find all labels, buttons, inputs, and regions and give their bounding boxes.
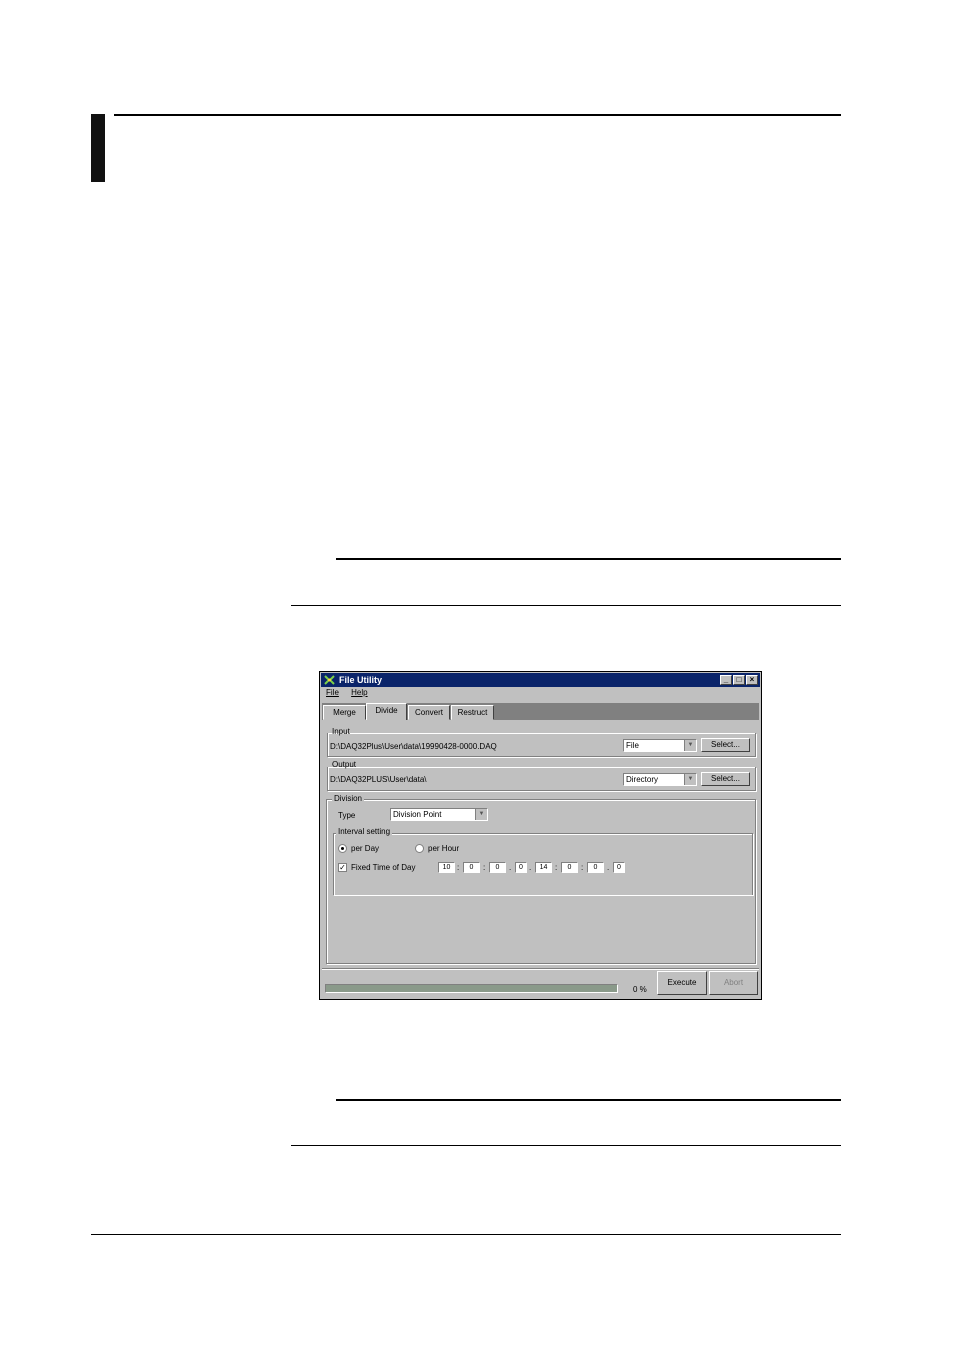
app-icon [324, 675, 335, 685]
note-rule-top-1 [336, 558, 841, 560]
footer-divider [322, 968, 759, 970]
per-day-radio[interactable] [338, 844, 347, 853]
close-icon[interactable]: × [746, 675, 758, 685]
execute-button[interactable]: Execute [657, 971, 707, 995]
time-separator-4: . [529, 863, 532, 872]
output-type-value: Directory [626, 775, 659, 784]
time-field-7[interactable]: 0 [587, 862, 604, 873]
progress-text: 0 % [633, 985, 647, 994]
per-hour-label: per Hour [428, 844, 460, 853]
input-select-button[interactable]: Select... [701, 738, 750, 752]
title-bar: File Utility _ □ × [321, 673, 760, 687]
input-type-value: File [626, 741, 639, 750]
time-field-3[interactable]: 0 [489, 862, 506, 873]
menu-file[interactable]: File [326, 688, 339, 697]
fixed-time-checkbox[interactable]: ✓ [338, 863, 347, 872]
chevron-down-icon: ▼ [684, 740, 696, 751]
note-rule-top-2 [336, 1099, 841, 1101]
time-separator-1: : [457, 863, 460, 872]
time-field-5[interactable]: 14 [535, 862, 552, 873]
chevron-down-icon: ▼ [684, 774, 696, 785]
output-type-select[interactable]: Directory ▼ [623, 773, 697, 786]
time-separator-7: . [607, 863, 610, 872]
input-type-select[interactable]: File ▼ [623, 739, 697, 752]
tab-restruct[interactable]: Restruct [451, 705, 494, 720]
abort-button[interactable]: Abort [709, 971, 758, 995]
footer-rule [91, 1234, 841, 1235]
division-label: Division [332, 794, 365, 803]
tab-convert[interactable]: Convert [408, 705, 450, 720]
output-path: D:\DAQ32PLUS\User\data\ [330, 775, 427, 784]
time-field-6[interactable]: 0 [561, 862, 578, 873]
division-type-select[interactable]: Division Point ▼ [390, 808, 488, 821]
interval-label: Interval setting [336, 827, 393, 836]
division-type-value: Division Point [393, 810, 442, 819]
time-separator-6: : [581, 863, 584, 872]
per-hour-radio[interactable] [415, 844, 424, 853]
window-title: File Utility [339, 675, 383, 685]
minimize-icon[interactable]: _ [720, 675, 732, 685]
fixed-time-label: Fixed Time of Day [351, 863, 416, 872]
input-path: D:\DAQ32Plus\User\data\19990428-0000.DAQ [330, 742, 497, 751]
time-separator-2: : [483, 863, 486, 872]
output-label: Output [332, 760, 357, 769]
progress-bar [325, 984, 618, 993]
radio-dot [341, 847, 344, 850]
header-rule [114, 114, 841, 116]
output-select-button[interactable]: Select... [701, 772, 750, 786]
tab-strip: Merge Divide Convert Restruct [322, 703, 759, 720]
tab-merge[interactable]: Merge [323, 705, 366, 720]
file-utility-window: File Utility _ □ × File Help Merge Divid… [319, 671, 762, 1000]
note-rule-bottom-1 [291, 605, 841, 606]
menu-help[interactable]: Help [351, 688, 367, 697]
time-separator-3: . [509, 863, 512, 872]
time-field-2[interactable]: 0 [463, 862, 480, 873]
chapter-marker-bar [91, 114, 105, 182]
note-rule-bottom-2 [291, 1145, 841, 1146]
input-label: Input [332, 727, 350, 736]
time-field-1[interactable]: 10 [438, 862, 455, 873]
per-day-label: per Day [351, 844, 380, 853]
chevron-down-icon: ▼ [475, 809, 487, 820]
type-label: Type [338, 811, 356, 820]
time-field-8[interactable]: 0 [613, 862, 625, 873]
time-field-4[interactable]: 0 [515, 862, 527, 873]
time-separator-5: : [555, 863, 558, 872]
maximize-icon[interactable]: □ [733, 675, 745, 685]
menu-bar: File Help [322, 688, 374, 700]
tab-divide[interactable]: Divide [366, 703, 407, 720]
